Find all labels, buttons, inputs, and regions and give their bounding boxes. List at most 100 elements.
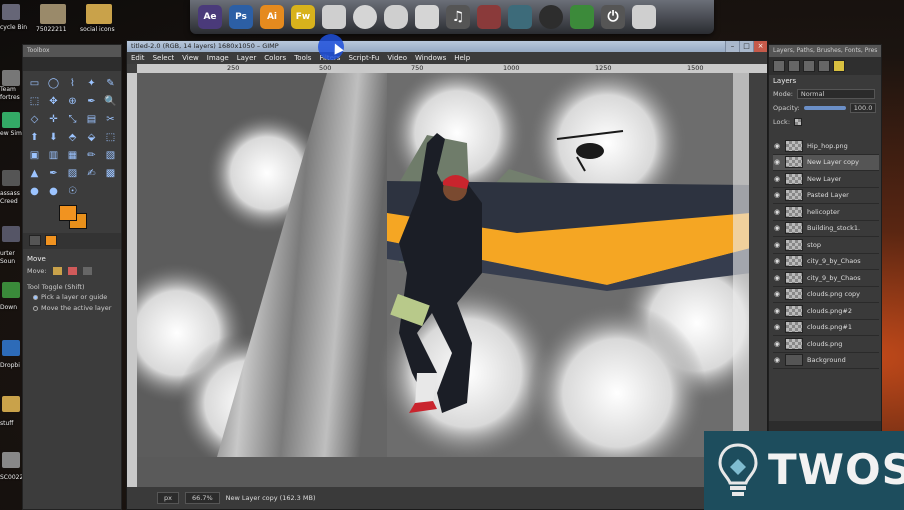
tool-button-icon[interactable]: ◇ [26, 111, 43, 128]
pick-layer-option[interactable]: Pick a layer or guide [33, 293, 107, 301]
layer-row[interactable]: ◉ Pasted Layer [773, 188, 879, 204]
firefox-icon[interactable] [353, 5, 377, 29]
menu-image[interactable]: Image [207, 54, 229, 62]
illustrator-icon[interactable]: Ai [260, 5, 284, 29]
dropbox-icon[interactable] [2, 340, 20, 356]
unit-select[interactable]: px [157, 492, 179, 504]
eye-visibility-icon[interactable]: ◉ [773, 274, 781, 282]
layer-row[interactable]: ◉ Background [773, 353, 879, 369]
menu-select[interactable]: Select [153, 54, 175, 62]
lock-alpha-checkbox[interactable] [794, 118, 803, 126]
eye-visibility-icon[interactable]: ◉ [773, 290, 781, 298]
tool-button-icon[interactable]: ✎ [102, 75, 119, 92]
zoom-select[interactable]: 66.7% [184, 492, 220, 504]
layer-row[interactable]: ◉ city_9_by_Chaos [773, 270, 879, 287]
folder-icon[interactable] [2, 396, 20, 412]
eye-visibility-icon[interactable]: ◉ [773, 356, 781, 364]
tool-button-icon[interactable]: ● [26, 183, 43, 200]
tool-button-icon[interactable]: ⬚ [26, 93, 43, 110]
brushes-tab[interactable] [803, 60, 815, 72]
tool-button-icon[interactable]: ✒ [45, 165, 62, 182]
team-fortress-icon[interactable] [2, 70, 20, 86]
menu-colors[interactable]: Colors [264, 54, 286, 62]
minimize-button[interactable]: – [725, 41, 739, 52]
tool-button-icon[interactable]: ⤡ [64, 111, 81, 128]
bird-icon[interactable] [322, 5, 346, 29]
tool-button-icon[interactable]: ⌇ [64, 75, 81, 92]
tool-button-icon[interactable]: ▣ [26, 147, 43, 164]
layer-row[interactable]: ◉ clouds.png#2 [773, 303, 879, 320]
tool-button-icon[interactable]: ⬆ [26, 129, 43, 146]
tool-button-icon[interactable]: ⬙ [83, 129, 100, 146]
fonts-tab[interactable] [818, 60, 830, 72]
layers-tab[interactable] [773, 60, 785, 72]
counter-strike-icon[interactable] [539, 5, 563, 29]
game-icon[interactable] [477, 5, 501, 29]
tool-button-icon[interactable]: ▲ [26, 165, 43, 182]
folder-icon[interactable] [86, 4, 112, 24]
eye-visibility-icon[interactable]: ◉ [773, 224, 781, 232]
menu-edit[interactable]: Edit [131, 54, 145, 62]
download-icon[interactable] [2, 282, 20, 298]
tool-button-icon[interactable]: 🔍 [102, 93, 119, 110]
clapper-icon[interactable] [415, 5, 439, 29]
eye-visibility-icon[interactable]: ◉ [773, 142, 781, 150]
image-canvas[interactable] [137, 73, 749, 487]
menu-video[interactable]: Video [387, 54, 407, 62]
move-layer-icon[interactable] [52, 267, 62, 275]
layer-row[interactable]: ◉ city_9_by_Chaos [773, 254, 879, 270]
tool-button-icon[interactable]: ✂ [102, 111, 119, 128]
move-active-layer-option[interactable]: Move the active layer [33, 304, 111, 312]
eye-visibility-icon[interactable]: ◉ [773, 191, 781, 199]
image-thumbnail-icon[interactable] [40, 4, 66, 24]
layer-row[interactable]: ◉ stop [773, 237, 879, 254]
fireworks-icon[interactable]: Fw [291, 5, 315, 29]
tool-button-icon[interactable]: ◯ [45, 75, 62, 92]
colors-tab[interactable] [45, 235, 57, 246]
eye-visibility-icon[interactable]: ◉ [773, 175, 781, 183]
tool-button-icon[interactable]: ☉ [64, 183, 81, 200]
tool-button-icon[interactable]: ▥ [45, 147, 62, 164]
after-effects-icon[interactable]: Ae [198, 5, 222, 29]
tool-button-icon[interactable]: ▨ [64, 165, 81, 182]
tool-button-icon[interactable] [102, 183, 119, 200]
eye-visibility-icon[interactable]: ◉ [773, 323, 781, 331]
tool-button-icon[interactable]: ✒ [83, 93, 100, 110]
tool-button-icon[interactable]: ▩ [102, 165, 119, 182]
layer-row[interactable]: ◉ clouds.png#1 [773, 320, 879, 336]
menu-tools[interactable]: Tools [294, 54, 311, 62]
eye-visibility-icon[interactable]: ◉ [773, 241, 781, 249]
tool-button-icon[interactable] [83, 183, 100, 200]
layer-row[interactable]: ◉ clouds.png [773, 336, 879, 353]
tool-button-icon[interactable]: ▦ [64, 147, 81, 164]
menu-windows[interactable]: Windows [415, 54, 446, 62]
music-note-icon[interactable]: ♫ [446, 5, 470, 29]
layer-row[interactable]: ◉ New Layer [773, 171, 879, 188]
mode-select[interactable]: Normal [796, 89, 875, 99]
sims-icon[interactable] [570, 5, 594, 29]
eye-visibility-icon[interactable]: ◉ [773, 208, 781, 216]
tool-button-icon[interactable]: ▭ [26, 75, 43, 92]
move-path-icon[interactable] [82, 267, 92, 275]
tool-button-icon[interactable]: ✏ [83, 147, 100, 164]
foreground-color-swatch[interactable] [59, 205, 77, 221]
opacity-input[interactable]: 100.0 [849, 103, 877, 113]
layer-row[interactable]: ◉ New Layer copy [773, 154, 879, 171]
eye-visibility-icon[interactable]: ◉ [773, 257, 781, 265]
recycle-bin-icon[interactable] [2, 4, 20, 20]
power-icon[interactable]: ⏻ [601, 5, 625, 29]
tool-button-icon[interactable]: ⬚ [102, 129, 119, 146]
game2-icon[interactable] [508, 5, 532, 29]
paths-tab[interactable] [788, 60, 800, 72]
tool-button-icon[interactable]: ▧ [102, 147, 119, 164]
tool-button-icon[interactable]: ⬇ [45, 129, 62, 146]
layer-row[interactable]: ◉ clouds.png copy [773, 287, 879, 303]
trash-icon[interactable] [632, 5, 656, 29]
tool-button-icon[interactable]: ⬘ [64, 129, 81, 146]
menu-help[interactable]: Help [454, 54, 470, 62]
tool-button-icon[interactable]: ✦ [83, 75, 100, 92]
tool-button-icon[interactable]: ● [45, 183, 62, 200]
move-selection-icon[interactable] [67, 267, 77, 275]
tool-options-tab[interactable] [29, 235, 41, 246]
rock-icon[interactable] [384, 5, 408, 29]
